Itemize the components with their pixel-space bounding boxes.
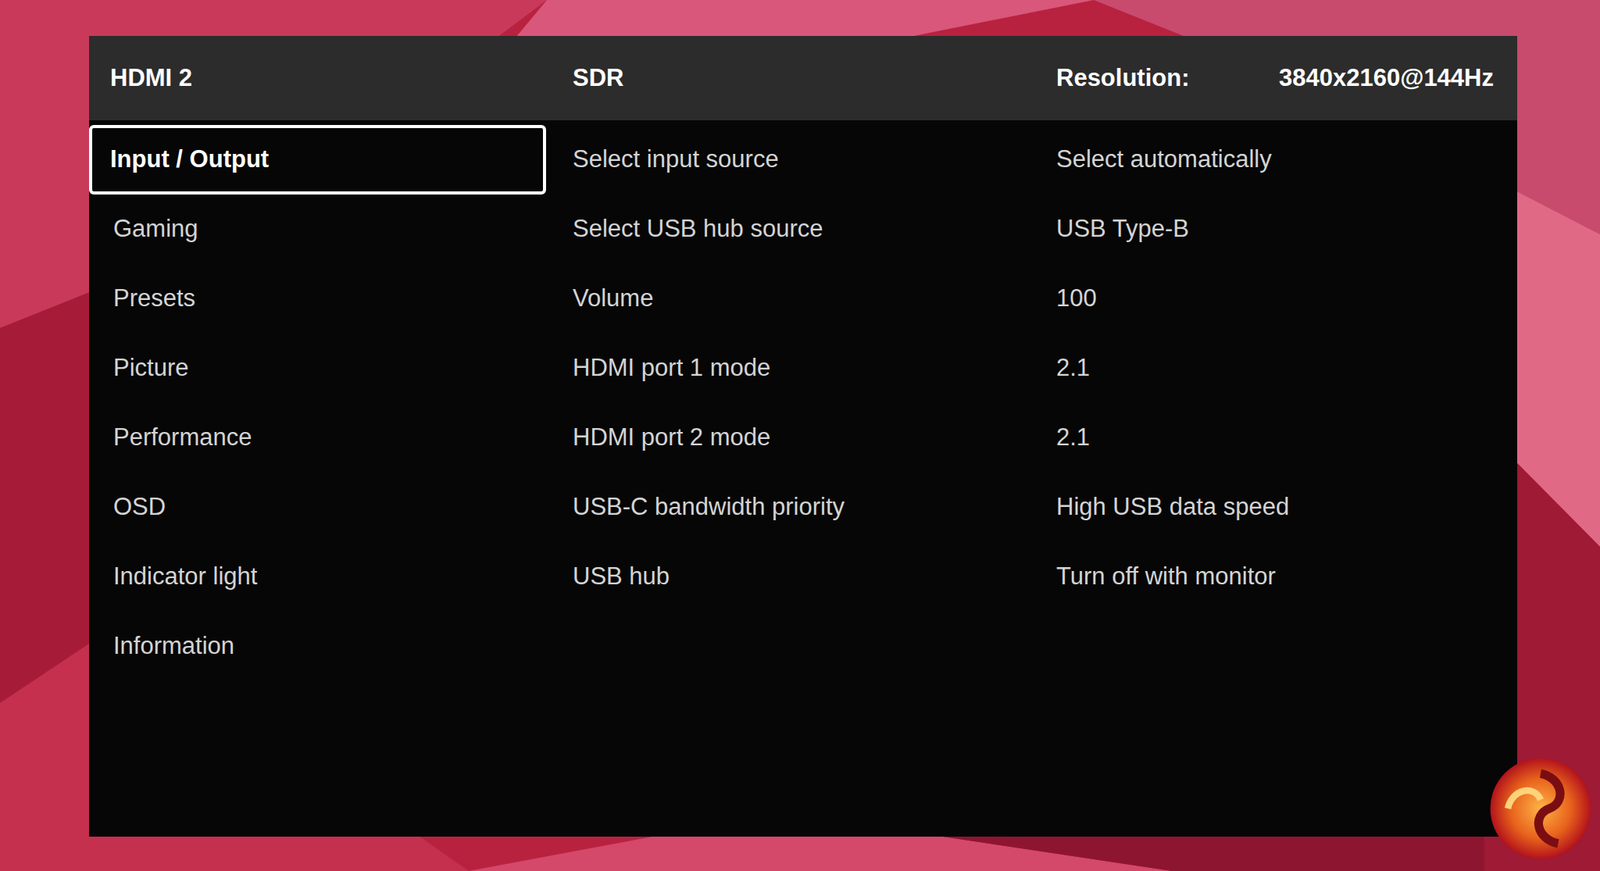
input-label: HDMI 2 — [89, 60, 573, 97]
setting-row[interactable]: Select input sourceSelect automatically — [572, 125, 1518, 195]
setting-label: Volume — [572, 280, 1057, 318]
setting-row[interactable]: Select USB hub sourceUSB Type-B — [572, 194, 1518, 265]
setting-value: 100 — [1056, 280, 1518, 318]
setting-value: USB Type-B — [1056, 210, 1518, 248]
setting-row[interactable]: Volume100 — [572, 264, 1518, 334]
setting-label: USB-C bandwidth priority — [572, 489, 1057, 526]
setting-value: 2.1 — [1056, 419, 1518, 457]
menu-list: Input / OutputGamingPresetsPicturePerfor… — [89, 125, 573, 682]
setting-value: Select automatically — [1056, 141, 1518, 179]
menu-item[interactable]: Performance — [89, 403, 547, 473]
setting-label: HDMI port 1 mode — [572, 350, 1057, 387]
menu-item[interactable]: Gaming — [89, 194, 547, 265]
setting-value: 2.1 — [1056, 350, 1518, 387]
setting-label: HDMI port 2 mode — [572, 419, 1057, 457]
setting-label: USB hub — [572, 558, 1057, 596]
menu-item[interactable]: Information — [89, 611, 547, 682]
setting-row[interactable]: USB-C bandwidth priorityHigh USB data sp… — [572, 472, 1518, 543]
osd-panel: HDMI 2SDRResolution: 3840x2160@144Hz Input… — [89, 35, 1518, 837]
resolution-label: Resolution: — [1056, 60, 1190, 97]
mode-label: SDR — [572, 60, 1057, 97]
setting-row[interactable]: HDMI port 2 mode2.1 — [572, 403, 1518, 473]
menu-item[interactable]: OSD — [89, 472, 547, 543]
menu-item[interactable]: Input / Output — [89, 125, 547, 195]
setting-label: Select USB hub source — [572, 210, 1057, 248]
setting-value: High USB data speed — [1056, 489, 1518, 526]
osd-header: HDMI 2SDRResolution: 3840x2160@144Hz — [89, 35, 1518, 121]
setting-row[interactable]: USB hubTurn off with monitor — [572, 542, 1518, 612]
menu-item[interactable]: Indicator light — [89, 542, 547, 612]
menu-item[interactable]: Presets — [89, 264, 547, 334]
resolution-value: 3840x2160@144Hz — [1278, 60, 1494, 97]
monitor-screen: HDMI 2SDRResolution: 3840x2160@144Hz Input… — [0, 0, 1600, 871]
setting-label: Select input source — [572, 141, 1057, 179]
watermark-logo-icon — [1485, 753, 1596, 864]
setting-row[interactable]: HDMI port 1 mode2.1 — [572, 333, 1518, 404]
setting-value: Turn off with monitor — [1056, 558, 1518, 596]
settings-list: Select input sourceSelect automaticallyS… — [572, 125, 1518, 682]
menu-item[interactable]: Picture — [89, 333, 547, 404]
